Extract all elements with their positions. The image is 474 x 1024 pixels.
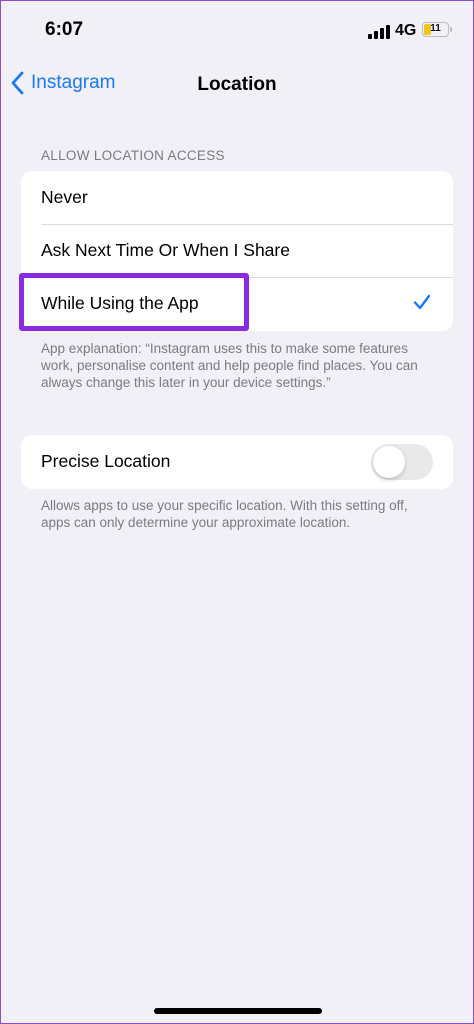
status-time: 6:07 <box>45 19 84 40</box>
option-label: Never <box>41 187 88 207</box>
battery-icon: 11 <box>422 22 449 37</box>
checkmark-icon <box>413 294 431 310</box>
precise-location-group: Precise Location <box>21 435 453 489</box>
network-type: 4G <box>395 22 417 39</box>
page-title: Location <box>197 74 277 95</box>
status-bar: 6:07 4G 11 <box>1 1 473 61</box>
toggle-knob <box>373 446 405 478</box>
battery-level: 11 <box>430 23 441 34</box>
precise-location-row: Precise Location <box>21 435 453 488</box>
navigation-bar: Instagram Location <box>1 63 473 109</box>
section-header-location-access: ALLOW LOCATION ACCESS <box>41 148 225 163</box>
precise-location-footnote: Allows apps to use your specific locatio… <box>41 498 408 530</box>
option-ask-next-time[interactable]: Ask Next Time Or When I Share <box>21 224 453 277</box>
precise-location-toggle[interactable] <box>371 444 433 480</box>
option-never[interactable]: Never <box>21 171 453 224</box>
location-settings-screen: 6:07 4G 11 Instagram Location ALLOW LOCA… <box>0 0 474 1024</box>
location-access-group: Never Ask Next Time Or When I Share Whil… <box>21 171 453 331</box>
option-label: While Using the App <box>41 293 199 313</box>
home-indicator[interactable] <box>154 1008 322 1014</box>
precise-location-label: Precise Location <box>41 451 171 471</box>
option-while-using-app[interactable]: While Using the App <box>21 277 453 330</box>
app-explanation: App explanation: “Instagram uses this to… <box>41 341 418 390</box>
option-label: Ask Next Time Or When I Share <box>41 240 290 260</box>
battery-cap <box>450 27 452 32</box>
cellular-signal-icon <box>368 25 390 39</box>
